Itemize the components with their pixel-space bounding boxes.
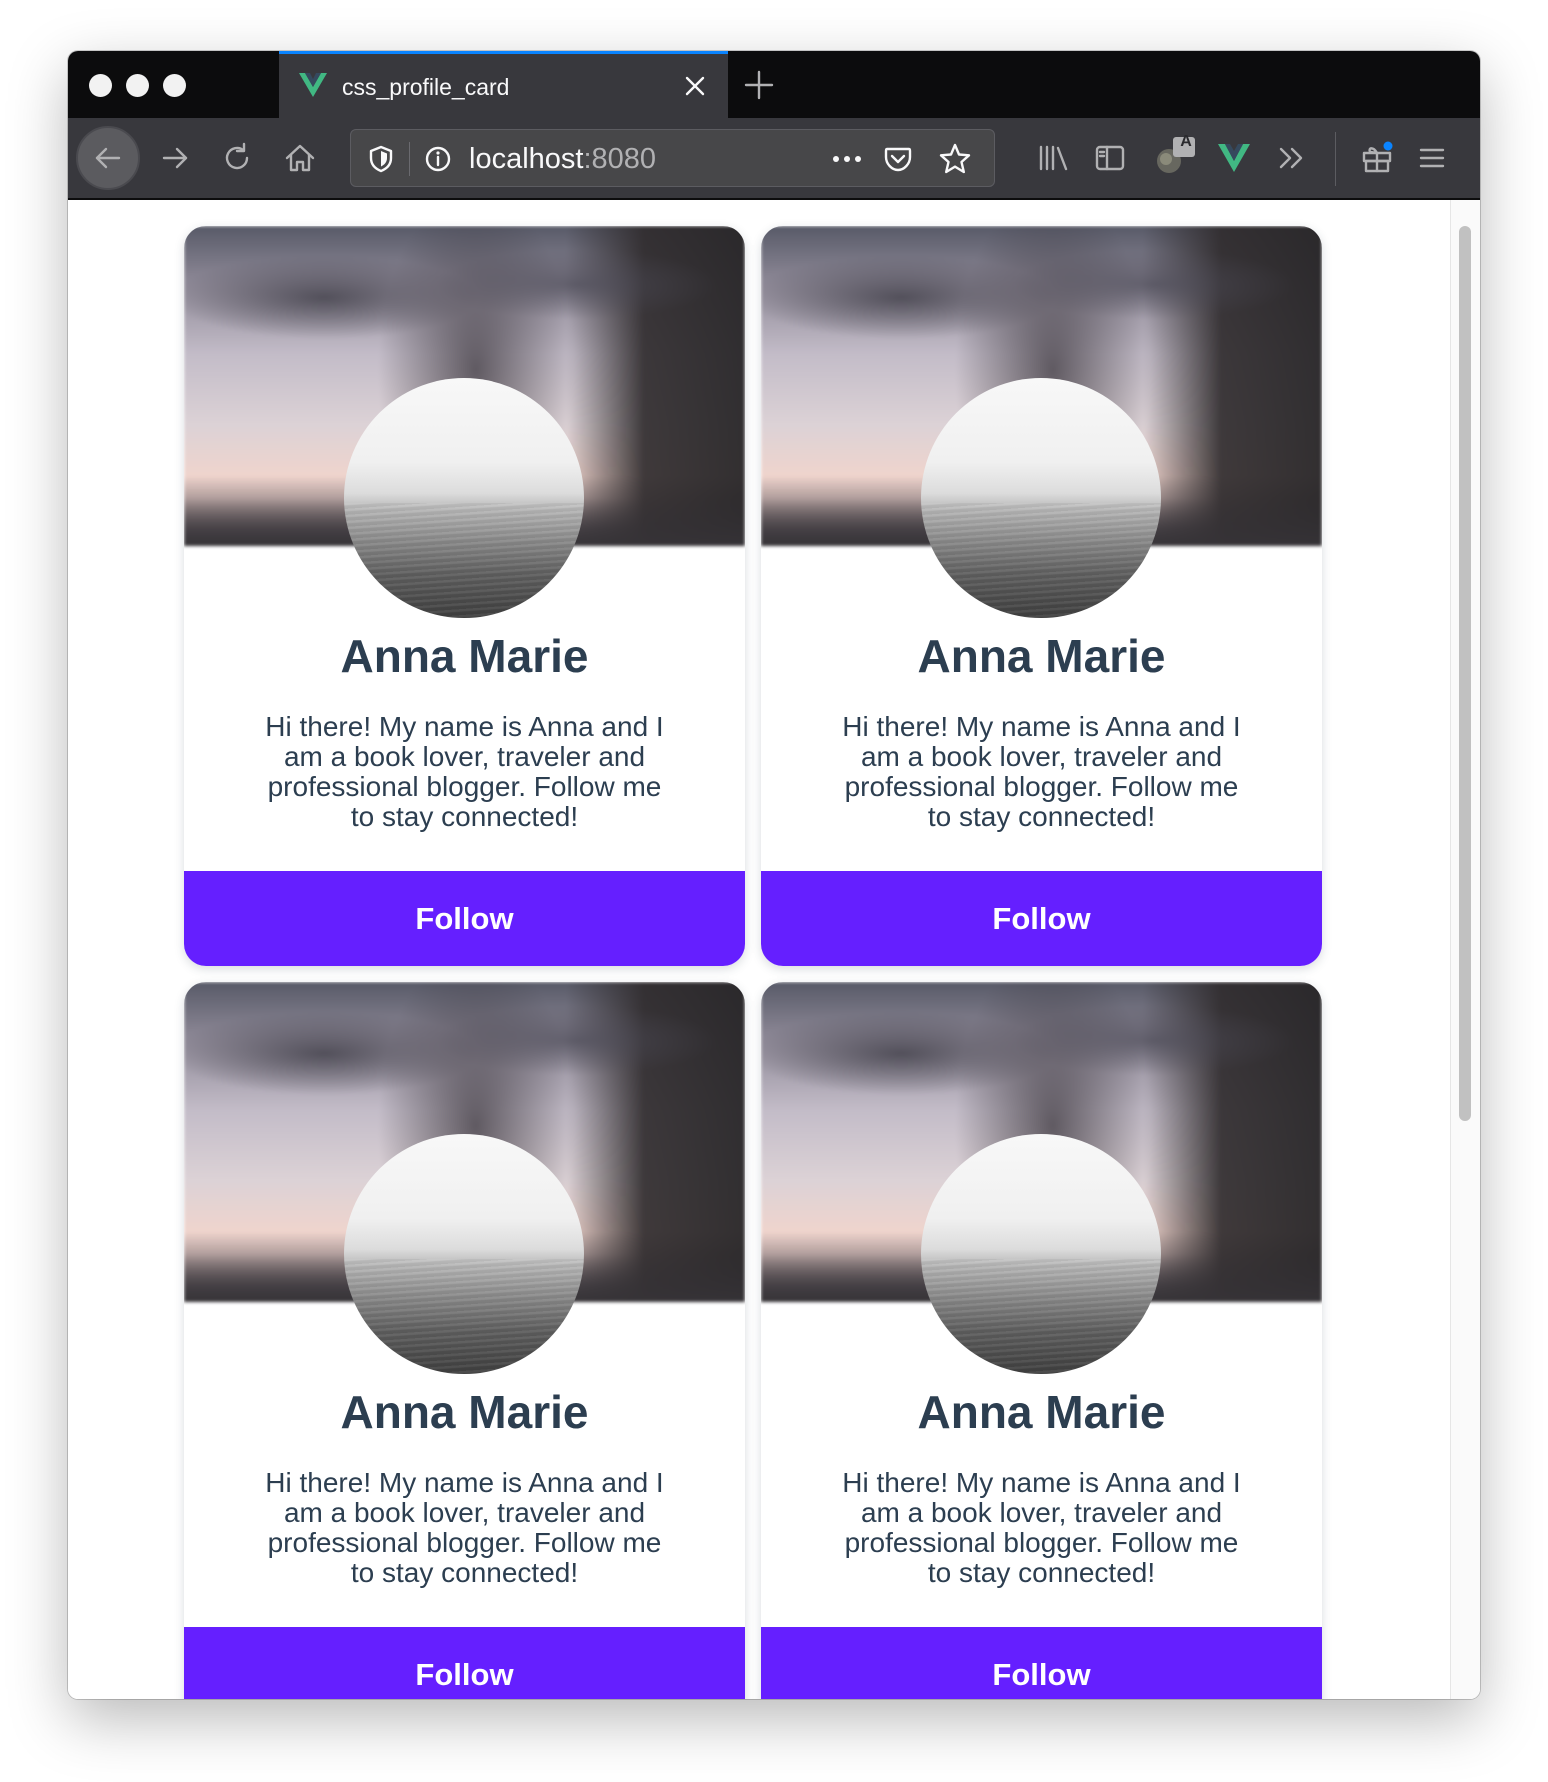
profile-card: Anna Marie Hi there! My name is Anna and… [184, 226, 745, 966]
avatar [344, 378, 584, 618]
star-icon[interactable] [938, 142, 972, 176]
plus-icon[interactable] [740, 66, 778, 104]
pocket-icon[interactable] [882, 143, 914, 175]
title-bar: css_profile_card [68, 51, 1480, 118]
info-icon[interactable] [424, 145, 452, 173]
follow-button[interactable]: Follow [761, 1627, 1322, 1699]
library-button[interactable] [1026, 130, 1082, 186]
url-divider [409, 142, 410, 176]
whats-new-button[interactable] [1349, 130, 1405, 186]
profile-bio: Hi there! My name is Anna and I am a boo… [842, 1467, 1241, 1588]
home-icon [285, 144, 315, 172]
back-arrow-icon [95, 147, 121, 169]
forward-button[interactable] [147, 130, 203, 186]
extension-badge: A [1180, 133, 1192, 150]
profile-card: Anna Marie Hi there! My name is Anna and… [761, 982, 1322, 1699]
avatar [921, 378, 1161, 618]
gift-icon [1362, 141, 1393, 173]
vue-devtools-button[interactable] [1206, 130, 1262, 186]
profile-name: Anna Marie [917, 1386, 1166, 1438]
profile-bio: Hi there! My name is Anna and I am a boo… [265, 711, 664, 832]
overflow-button[interactable] [1264, 130, 1320, 186]
screenshot-stage: css_profile_card localhost:8080 A Anna M… [0, 0, 1548, 1782]
url-bar[interactable]: localhost:8080 [350, 129, 995, 187]
overflow-chevron-icon [1279, 147, 1303, 169]
window-zoom-control[interactable] [163, 74, 186, 97]
profile-card: Anna Marie Hi there! My name is Anna and… [761, 226, 1322, 966]
follow-button[interactable]: Follow [184, 1627, 745, 1699]
profile-bio: Hi there! My name is Anna and I am a boo… [265, 1467, 664, 1588]
home-button[interactable] [272, 130, 328, 186]
hamburger-menu-icon [1419, 148, 1445, 168]
back-button[interactable] [76, 126, 140, 190]
sidebar-icon [1095, 145, 1125, 171]
nav-toolbar: localhost:8080 A [68, 118, 1480, 200]
toolbar-divider [1335, 132, 1336, 186]
vue-logo-icon [299, 73, 327, 97]
url-host: localhost [469, 143, 584, 175]
tab-css-profile-card[interactable]: css_profile_card [279, 51, 728, 118]
page-viewport[interactable]: Anna Marie Hi there! My name is Anna and… [68, 200, 1480, 1699]
window-close-control[interactable] [89, 74, 112, 97]
profile-card: Anna Marie Hi there! My name is Anna and… [184, 982, 745, 1699]
close-icon[interactable] [680, 71, 710, 101]
avatar [921, 1134, 1161, 1374]
translate-extension-button[interactable]: A [1144, 130, 1200, 186]
tab-title: css_profile_card [342, 74, 510, 100]
forward-arrow-icon [162, 147, 188, 169]
scrollbar-thumb[interactable] [1459, 226, 1471, 1121]
follow-button[interactable]: Follow [184, 871, 745, 966]
sidebar-button[interactable] [1082, 130, 1138, 186]
vue-devtools-icon [1218, 144, 1250, 172]
url-port: :8080 [583, 143, 657, 175]
reload-icon [225, 142, 249, 170]
url-text[interactable]: localhost:8080 [469, 143, 656, 175]
avatar [344, 1134, 584, 1374]
window-minimize-control[interactable] [126, 74, 149, 97]
more-dots-icon[interactable] [829, 146, 865, 172]
library-icon [1039, 145, 1068, 171]
reload-button[interactable] [209, 130, 265, 186]
app-menu-button[interactable] [1404, 130, 1460, 186]
follow-button[interactable]: Follow [761, 871, 1322, 966]
vertical-scrollbar[interactable] [1450, 200, 1480, 1699]
profile-name: Anna Marie [917, 630, 1166, 682]
shield-icon[interactable] [367, 144, 395, 174]
profile-bio: Hi there! My name is Anna and I am a boo… [842, 711, 1241, 832]
profile-name: Anna Marie [340, 630, 589, 682]
browser-window: css_profile_card localhost:8080 A Anna M… [68, 51, 1480, 1699]
profile-name: Anna Marie [340, 1386, 589, 1438]
